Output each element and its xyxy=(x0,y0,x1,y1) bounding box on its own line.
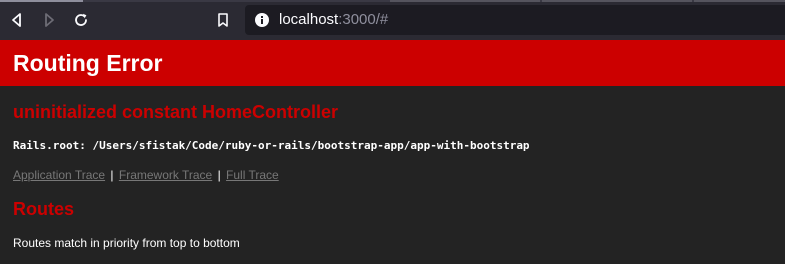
full-trace-link[interactable]: Full Trace xyxy=(226,168,279,182)
application-trace-link[interactable]: Application Trace xyxy=(13,168,105,182)
trace-separator: | xyxy=(110,168,114,182)
routes-heading: Routes xyxy=(13,199,75,219)
reload-icon xyxy=(75,13,87,26)
framework-trace-link[interactable]: Framework Trace xyxy=(119,168,212,182)
error-message: uninitialized constant HomeController xyxy=(13,102,339,122)
browser-toolbar: localhost:3000/# xyxy=(0,0,785,40)
url-text[interactable]: localhost:3000/# xyxy=(279,11,388,29)
reload-button[interactable] xyxy=(71,10,91,30)
url-path: :3000/# xyxy=(338,11,389,28)
forward-icon xyxy=(45,13,54,27)
url-host: localhost xyxy=(279,11,339,28)
trace-links: Application Trace | Framework Trace | Fu… xyxy=(13,168,279,182)
back-button[interactable] xyxy=(7,10,27,30)
page-title: Routing Error xyxy=(13,50,163,76)
tab-strip xyxy=(0,0,785,2)
tab-indicator xyxy=(542,0,692,2)
tab-indicator xyxy=(390,0,540,2)
bookmark-button[interactable] xyxy=(213,10,233,30)
tab-indicator xyxy=(694,0,785,2)
routes-description: Routes match in priority from top to bot… xyxy=(13,236,240,250)
address-bar[interactable]: localhost:3000/# xyxy=(245,5,785,35)
error-header: Routing Error xyxy=(0,40,785,86)
trace-separator: | xyxy=(217,168,221,182)
site-info-icon[interactable] xyxy=(255,13,269,27)
back-icon xyxy=(12,13,21,27)
bookmark-icon xyxy=(218,13,228,27)
page-content: Routing Error uninitialized constant Hom… xyxy=(0,40,785,264)
tab-indicator xyxy=(0,0,83,2)
forward-button[interactable] xyxy=(39,10,59,30)
rails-root-path: Rails.root: /Users/sfistak/Code/ruby-or-… xyxy=(13,139,530,152)
